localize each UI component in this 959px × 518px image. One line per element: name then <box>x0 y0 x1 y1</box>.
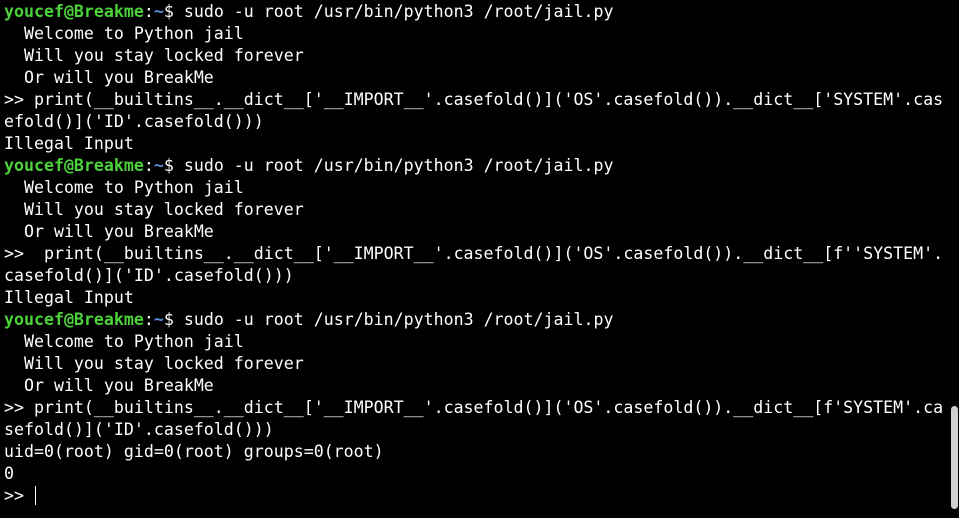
banner-line: Will you stay locked forever <box>4 200 304 219</box>
text-cursor <box>34 486 36 505</box>
command-text: sudo -u root /usr/bin/python3 /root/jail… <box>183 310 614 329</box>
command-text: sudo -u root /usr/bin/python3 /root/jail… <box>183 156 614 175</box>
scrollbar[interactable] <box>951 406 958 509</box>
prompt-user: youcef@Breakme <box>4 2 144 21</box>
current-prompt: >> <box>4 486 34 505</box>
banner-line: Or will you BreakMe <box>4 222 214 241</box>
banner-line: Or will you BreakMe <box>4 376 214 395</box>
banner-line: Welcome to Python jail <box>4 332 244 351</box>
prompt-separator: : <box>143 156 154 175</box>
terminal-window[interactable]: youcef@Breakme:~$ sudo -u root /usr/bin/… <box>0 0 959 518</box>
input-line: sefold()]('ID'.casefold())) <box>4 420 274 439</box>
output-line: 0 <box>4 464 14 483</box>
current-prompt-line[interactable]: >> <box>4 485 959 507</box>
prompt-user: youcef@Breakme <box>4 156 144 175</box>
prompt-separator: : <box>143 2 154 21</box>
prompt-path: ~ <box>153 156 164 175</box>
banner-line: Or will you BreakMe <box>4 68 214 87</box>
input-line: efold()]('ID'.casefold())) <box>4 112 264 131</box>
prompt-line: youcef@Breakme:~$ sudo -u root /usr/bin/… <box>4 309 959 331</box>
prompt-path: ~ <box>153 310 164 329</box>
prompt-symbol: $ <box>163 156 184 175</box>
prompt-line: youcef@Breakme:~$ sudo -u root /usr/bin/… <box>4 155 959 177</box>
banner-line: Welcome to Python jail <box>4 24 244 43</box>
output-line: Illegal Input <box>4 134 134 153</box>
input-line: >> print(__builtins__.__dict__['__IMPORT… <box>4 244 944 263</box>
output-line: uid=0(root) gid=0(root) groups=0(root) <box>4 442 384 461</box>
input-line: >> print(__builtins__.__dict__['__IMPORT… <box>4 398 944 417</box>
prompt-symbol: $ <box>163 310 184 329</box>
prompt-user: youcef@Breakme <box>4 310 144 329</box>
banner-line: Will you stay locked forever <box>4 354 304 373</box>
prompt-path: ~ <box>153 2 164 21</box>
prompt-separator: : <box>143 310 154 329</box>
banner-line: Welcome to Python jail <box>4 178 244 197</box>
output-line: Illegal Input <box>4 288 134 307</box>
prompt-symbol: $ <box>163 2 184 21</box>
input-line: >> print(__builtins__.__dict__['__IMPORT… <box>4 90 944 109</box>
banner-line: Will you stay locked forever <box>4 46 304 65</box>
input-line: casefold()]('ID'.casefold())) <box>4 266 294 285</box>
prompt-line: youcef@Breakme:~$ sudo -u root /usr/bin/… <box>4 1 959 23</box>
command-text: sudo -u root /usr/bin/python3 /root/jail… <box>183 2 614 21</box>
terminal-output: youcef@Breakme:~$ sudo -u root /usr/bin/… <box>4 1 959 507</box>
